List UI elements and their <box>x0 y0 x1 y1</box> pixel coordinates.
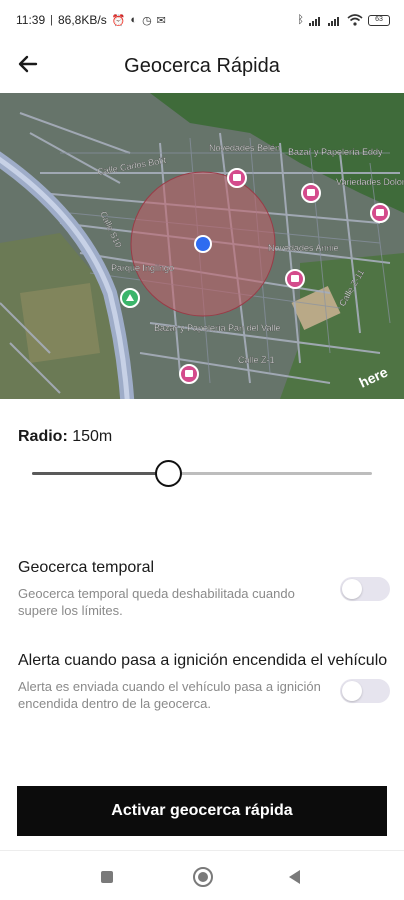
map-label: Novedades Annie <box>268 243 339 253</box>
poi-pin[interactable] <box>301 183 321 203</box>
poi-pin[interactable] <box>370 203 390 223</box>
toggle-knob <box>342 681 362 701</box>
radius-value: 150m <box>72 428 113 445</box>
signal-icon <box>309 16 320 26</box>
timer-icon: ◷ <box>142 14 152 27</box>
home-icon[interactable] <box>193 867 213 887</box>
map-label: Variedades Dolores <box>336 177 404 187</box>
map-label: Bazar y Papelería Eddy <box>288 147 383 157</box>
setting-title: Alerta cuando pasa a ignición encendida … <box>18 652 388 669</box>
temporal-geofence-toggle[interactable] <box>340 577 390 601</box>
battery-icon: 63 <box>368 14 390 26</box>
bluetooth-icon: ᛒ <box>297 14 304 26</box>
slider-fill <box>32 472 168 475</box>
park-pin[interactable] <box>120 288 140 308</box>
map-view[interactable]: Novedades Belén Bazar y Papelería Eddy C… <box>0 93 404 399</box>
back-button[interactable] <box>10 46 46 82</box>
page-title: Geocerca Rápida <box>124 54 280 77</box>
back-triangle-icon[interactable] <box>289 870 300 884</box>
setting-description: Alerta es enviada cuando el vehículo pas… <box>18 679 321 711</box>
activate-geofence-button[interactable]: Activar geocerca rápida <box>17 786 387 836</box>
toggle-knob <box>342 579 362 599</box>
setting-title: Geocerca temporal <box>18 559 155 576</box>
radius-slider[interactable] <box>32 458 372 490</box>
message-icon: ✉ <box>156 14 166 27</box>
poi-pin[interactable] <box>285 269 305 289</box>
setting-ignition-alert: Alerta cuando pasa a ignición encendida … <box>18 650 390 712</box>
status-speed: 86,8KB/s <box>58 13 107 27</box>
system-nav-bar <box>0 850 404 900</box>
poi-pin[interactable] <box>179 364 199 384</box>
app-bar: Geocerca Rápida <box>0 40 404 92</box>
ignition-alert-toggle[interactable] <box>340 679 390 703</box>
radius-label: Radio: <box>18 428 68 445</box>
status-bar: 11:39 | 86,8KB/s ⏰ ◐ ◷ ✉ ᛒ 63 <box>0 0 404 40</box>
recents-icon[interactable] <box>101 871 113 883</box>
map-label: Parque Inglingo <box>111 263 174 273</box>
signal-icon-2 <box>328 16 339 26</box>
location-dot <box>196 237 210 251</box>
wifi-icon <box>347 14 363 26</box>
poi-pin[interactable] <box>227 168 247 188</box>
map-label: Bazar y Papelería Pan del Valle <box>154 323 280 333</box>
map-label: Novedades Belén <box>209 143 280 153</box>
map-label: Calle Z-1 <box>238 355 275 365</box>
setting-description: Geocerca temporal queda deshabilitada cu… <box>18 586 295 618</box>
slider-thumb[interactable] <box>154 460 182 487</box>
map-canvas[interactable]: Novedades Belén Bazar y Papelería Eddy C… <box>0 93 404 399</box>
alarm-icon: ⏰ <box>111 14 126 27</box>
data-saver-icon: ◐ <box>130 14 138 26</box>
status-time: 11:39 <box>16 13 46 27</box>
arrow-left-icon <box>18 55 38 73</box>
radius-row: Radio: 150m <box>18 428 112 446</box>
setting-temporal-geofence: Geocerca temporal Geocerca temporal qued… <box>18 557 390 619</box>
